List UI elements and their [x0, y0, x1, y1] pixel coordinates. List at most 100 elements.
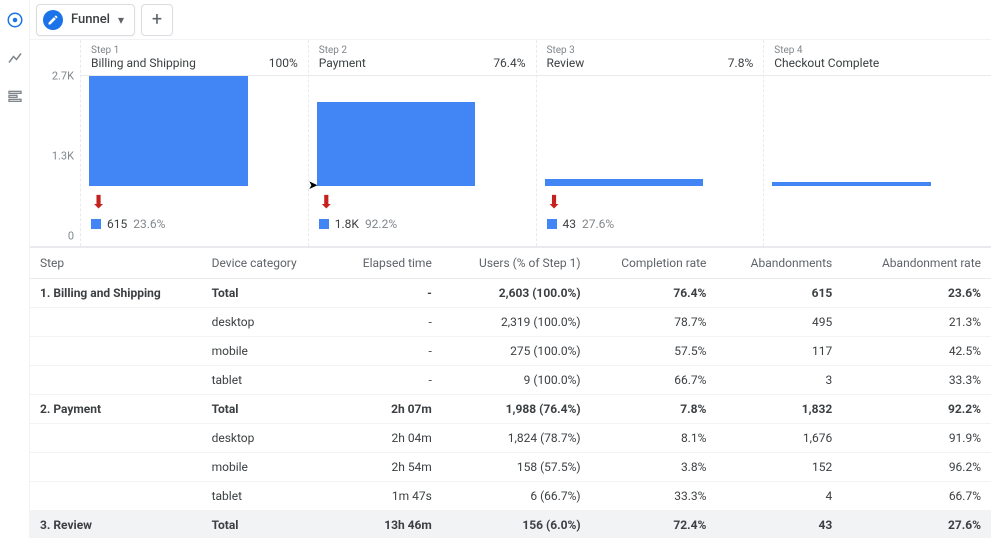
- cell-completion: 7.8%: [591, 395, 717, 424]
- series-square-icon: [91, 219, 101, 229]
- drop-pct: 27.6%: [582, 217, 614, 231]
- cell-elapsed: -: [327, 337, 441, 366]
- cell-abandonments: 3: [716, 366, 842, 395]
- cell-step: [30, 337, 202, 366]
- funnel-step[interactable]: Step 1 Billing and Shipping 100% ⬇ 615 2…: [80, 40, 308, 246]
- cell-abandon-rate: 27.6%: [842, 511, 991, 538]
- funnel-bar: [317, 102, 476, 186]
- step-pct: 76.4%: [493, 56, 525, 70]
- y-tick: 1.3K: [52, 150, 74, 163]
- step-pct: 100%: [269, 56, 298, 70]
- tab-funnel[interactable]: Funnel ▾: [36, 4, 135, 36]
- cell-abandon-rate: 33.3%: [842, 366, 991, 395]
- col-device[interactable]: Device category: [202, 248, 328, 279]
- pencil-icon: [43, 10, 63, 30]
- cell-completion: 72.4%: [591, 511, 717, 538]
- y-axis: 2.7K 1.3K 0: [30, 76, 80, 236]
- step-header: Step 3 Review 7.8%: [537, 40, 764, 76]
- series-square-icon: [319, 219, 329, 229]
- table-row[interactable]: desktop - 2,319 (100.0%) 78.7% 495 21.3%: [30, 308, 991, 337]
- cell-device: mobile: [202, 453, 328, 482]
- cell-abandonments: 495: [716, 308, 842, 337]
- cell-abandonments: 4: [716, 482, 842, 511]
- y-tick: 0: [68, 230, 74, 243]
- tab-label: Funnel: [71, 12, 110, 27]
- cell-abandon-rate: 42.5%: [842, 337, 991, 366]
- cell-device: tablet: [202, 482, 328, 511]
- chevron-down-icon: ▾: [118, 13, 124, 27]
- nav-text-icon[interactable]: [5, 86, 25, 106]
- cell-users: 2,603 (100.0%): [442, 279, 591, 308]
- cell-completion: 66.7%: [591, 366, 717, 395]
- cell-completion: 3.8%: [591, 453, 717, 482]
- left-nav: [0, 0, 30, 538]
- cell-users: 1,988 (76.4%): [442, 395, 591, 424]
- cell-elapsed: 2h 54m: [327, 453, 441, 482]
- col-elapsed[interactable]: Elapsed time: [327, 248, 441, 279]
- dropoff-section: ⬇ 1.8K 92.2%: [309, 186, 536, 246]
- cell-elapsed: 2h 07m: [327, 395, 441, 424]
- arrow-down-icon: ⬇: [319, 192, 334, 213]
- cell-users: 6 (66.7%): [442, 482, 591, 511]
- table-row[interactable]: mobile 2h 54m 158 (57.5%) 3.8% 152 96.2%: [30, 453, 991, 482]
- cell-users: 156 (6.0%): [442, 511, 591, 538]
- series-square-icon: [547, 219, 557, 229]
- col-completion[interactable]: Completion rate: [591, 248, 717, 279]
- table-row[interactable]: mobile - 275 (100.0%) 57.5% 117 42.5%: [30, 337, 991, 366]
- funnel-step[interactable]: Step 2 Payment 76.4% ⬇ 1.8K 92.2%: [308, 40, 536, 246]
- table-row[interactable]: 1. Billing and Shipping Total - 2,603 (1…: [30, 279, 991, 308]
- step-name: Payment: [319, 56, 366, 70]
- cell-device: Total: [202, 511, 328, 538]
- step-header: Step 1 Billing and Shipping 100%: [81, 40, 308, 76]
- cell-device: desktop: [202, 424, 328, 453]
- cell-step: [30, 482, 202, 511]
- funnel-step[interactable]: Step 3 Review 7.8% ⬇ 43 27.6%: [536, 40, 764, 246]
- cell-users: 9 (100.0%): [442, 366, 591, 395]
- step-name: Review: [547, 56, 585, 70]
- arrow-down-icon: ⬇: [91, 192, 106, 213]
- cell-abandonments: 1,676: [716, 424, 842, 453]
- col-step[interactable]: Step: [30, 248, 202, 279]
- arrow-down-icon: ⬇: [547, 192, 562, 213]
- nav-explore-icon[interactable]: [5, 10, 25, 30]
- cell-abandon-rate: 91.9%: [842, 424, 991, 453]
- tab-bar: Funnel ▾ +: [30, 0, 991, 40]
- table-row[interactable]: tablet - 9 (100.0%) 66.7% 3 33.3%: [30, 366, 991, 395]
- cell-elapsed: 2h 04m: [327, 424, 441, 453]
- cell-elapsed: -: [327, 279, 441, 308]
- cell-completion: 57.5%: [591, 337, 717, 366]
- table-row[interactable]: 3. Review Total 13h 46m 156 (6.0%) 72.4%…: [30, 511, 991, 538]
- col-abandonments[interactable]: Abandonments: [716, 248, 842, 279]
- cell-users: 1,824 (78.7%): [442, 424, 591, 453]
- nav-path-icon[interactable]: [5, 48, 25, 68]
- table-row[interactable]: desktop 2h 04m 1,824 (78.7%) 8.1% 1,676 …: [30, 424, 991, 453]
- dropoff-section: [764, 186, 991, 246]
- funnel-bar: [772, 182, 931, 186]
- cell-device: Total: [202, 395, 328, 424]
- cell-step: [30, 424, 202, 453]
- cell-device: Total: [202, 279, 328, 308]
- cell-step: 1. Billing and Shipping: [30, 279, 202, 308]
- cell-users: 158 (57.5%): [442, 453, 591, 482]
- cell-users: 2,319 (100.0%): [442, 308, 591, 337]
- step-name: Checkout Complete: [774, 56, 879, 70]
- drop-pct: 23.6%: [133, 217, 165, 231]
- cell-abandonments: 1,832: [716, 395, 842, 424]
- step-pct: 7.8%: [728, 56, 753, 70]
- table-row[interactable]: 2. Payment Total 2h 07m 1,988 (76.4%) 7.…: [30, 395, 991, 424]
- col-abandon-rate[interactable]: Abandonment rate: [842, 248, 991, 279]
- bar-area: [537, 76, 764, 186]
- cell-device: mobile: [202, 337, 328, 366]
- add-tab-button[interactable]: +: [141, 4, 173, 36]
- table-row[interactable]: tablet 1m 47s 6 (66.7%) 33.3% 4 66.7%: [30, 482, 991, 511]
- cell-users: 275 (100.0%): [442, 337, 591, 366]
- cell-abandonments: 117: [716, 337, 842, 366]
- funnel-bar: [545, 179, 704, 186]
- bar-area: [764, 76, 991, 186]
- drop-count: 43: [563, 217, 577, 231]
- cell-completion: 33.3%: [591, 482, 717, 511]
- cell-elapsed: 13h 46m: [327, 511, 441, 538]
- col-users[interactable]: Users (% of Step 1): [442, 248, 591, 279]
- funnel-step[interactable]: Step 4 Checkout Complete: [763, 40, 991, 246]
- cell-abandon-rate: 23.6%: [842, 279, 991, 308]
